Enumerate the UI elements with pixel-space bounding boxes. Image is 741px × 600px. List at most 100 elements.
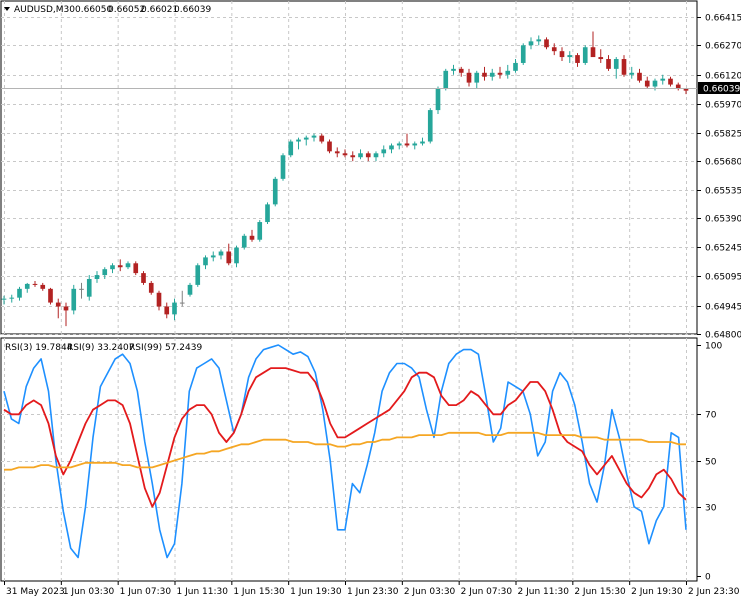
- price-tick-label: 0.65825: [705, 130, 741, 140]
- time-tick-label: 2 Jun 15:30: [574, 587, 626, 597]
- rsi3-label: RSI(3) 19.7844: [5, 343, 73, 353]
- chart-symbol: AUDUSD,M30: [14, 5, 75, 15]
- ohlc-open: 0.66050: [75, 5, 112, 15]
- rsi-tick-label: 0: [705, 573, 711, 583]
- candle-body: [342, 153, 348, 156]
- candle-body: [156, 292, 162, 307]
- candle-body: [203, 257, 208, 266]
- time-tick-label: 1 Jun 07:30: [120, 587, 172, 597]
- candle-body: [327, 141, 332, 152]
- candle-body: [474, 72, 480, 83]
- time-tick-label: 2 Jun 03:30: [404, 587, 456, 597]
- price-tick-label: 0.64945: [705, 303, 741, 313]
- candle-body: [427, 110, 433, 142]
- candle-body: [466, 72, 472, 83]
- candle-body: [257, 222, 263, 240]
- price-tick-label: 0.65970: [705, 101, 741, 111]
- candle-body: [86, 279, 92, 297]
- rsi99-label: RSI(99) 57.2439: [129, 343, 202, 353]
- candle-body: [389, 145, 394, 150]
- candle-body: [520, 45, 526, 63]
- time-tick-label: 1 Jun 15:30: [233, 587, 285, 597]
- ohlc-high: 0.66052: [108, 5, 145, 15]
- current-price-label: 0.66039: [703, 85, 740, 95]
- rsi-tick-label: 50: [705, 458, 717, 468]
- rsi9-label: RSI(9) 33.2407: [67, 343, 134, 353]
- candle-body: [404, 143, 410, 146]
- candle-body: [598, 57, 604, 60]
- candle-body: [48, 288, 53, 303]
- price-tick-label: 0.65095: [705, 273, 741, 283]
- candle-body: [621, 59, 627, 75]
- time-axis: 31 May 20231 Jun 03:30 1 Jun 07:30 1 Jun 1…: [4, 581, 740, 597]
- candle-body: [296, 139, 301, 142]
- ohlc-close: 0.66039: [174, 5, 211, 15]
- candle-body: [40, 284, 46, 289]
- candle-body: [141, 273, 146, 283]
- candle-body: [172, 302, 177, 315]
- candle-body: [241, 235, 247, 248]
- candle-body: [606, 59, 611, 69]
- candle-body: [528, 41, 534, 46]
- candle-body: [71, 288, 77, 311]
- candle-body: [613, 59, 619, 69]
- ohlc-low: 0.66021: [141, 5, 178, 15]
- chart-canvas: 0.66415 0.66270 0.66120 0.65970 0.65825 0.656…: [0, 0, 741, 597]
- rsi-tick-label: 30: [705, 504, 717, 514]
- candle-body: [1, 298, 7, 300]
- time-tick-label: 1 Jun 19:30: [290, 587, 342, 597]
- candle-body: [319, 135, 325, 142]
- time-tick-label: 2 Jun 07:30: [461, 587, 513, 597]
- candle-body: [637, 72, 642, 81]
- candle-body: [420, 141, 425, 144]
- candle-body: [575, 55, 580, 63]
- price-tick-label: 0.65680: [705, 158, 741, 168]
- price-tick-label: 0.66415: [705, 14, 741, 24]
- candle-body: [590, 47, 596, 58]
- candle-body: [280, 155, 286, 179]
- candle-body: [435, 88, 441, 111]
- rsi-pane-background: [0, 337, 698, 582]
- candle-body: [311, 135, 317, 138]
- candle-body: [373, 153, 379, 158]
- price-axis: 0.66415 0.66270 0.66120 0.65970 0.65825 0.656…: [697, 14, 741, 341]
- time-tick-label: 1 Jun 03:30: [63, 587, 115, 597]
- rsi-tick-label: 100: [705, 342, 722, 352]
- candle-body: [365, 153, 371, 158]
- price-tick-label: 0.65245: [705, 244, 741, 254]
- candle-body: [513, 62, 518, 71]
- candle-body: [582, 47, 588, 63]
- rsi-tick-label: 70: [705, 411, 717, 421]
- candle-body: [249, 235, 255, 240]
- candle-body: [94, 275, 100, 280]
- candle-body: [536, 39, 542, 42]
- candle-body: [350, 155, 356, 158]
- candle-body: [334, 151, 340, 154]
- candle-body: [443, 70, 449, 89]
- candle-body: [482, 72, 487, 77]
- candle-body: [63, 306, 69, 311]
- candle-body: [32, 283, 38, 285]
- candle-body: [195, 265, 201, 285]
- time-tick-label: 2 Jun 11:30: [518, 587, 570, 597]
- candle-body: [544, 39, 549, 48]
- candle-body: [55, 302, 61, 307]
- candle-body: [303, 137, 309, 140]
- candle-body: [381, 149, 387, 154]
- candle-body: [218, 251, 224, 256]
- candle-body: [148, 282, 154, 293]
- candle-body: [17, 288, 22, 298]
- price-tick-label: 0.65535: [705, 187, 741, 197]
- candle-body: [396, 143, 402, 146]
- time-tick-label: 1 Jun 11:30: [177, 587, 229, 597]
- candle-body: [451, 68, 456, 71]
- candle-body: [668, 78, 673, 85]
- candle-body: [125, 263, 131, 268]
- candle-body: [551, 47, 557, 52]
- candle-body: [458, 68, 464, 73]
- candle-body: [9, 297, 15, 299]
- candle-body: [497, 72, 503, 75]
- price-tick-label: 0.66120: [705, 72, 741, 82]
- price-tick-label: 0.64800: [705, 331, 741, 341]
- time-tick-label: 1 Jun 23:30: [347, 587, 399, 597]
